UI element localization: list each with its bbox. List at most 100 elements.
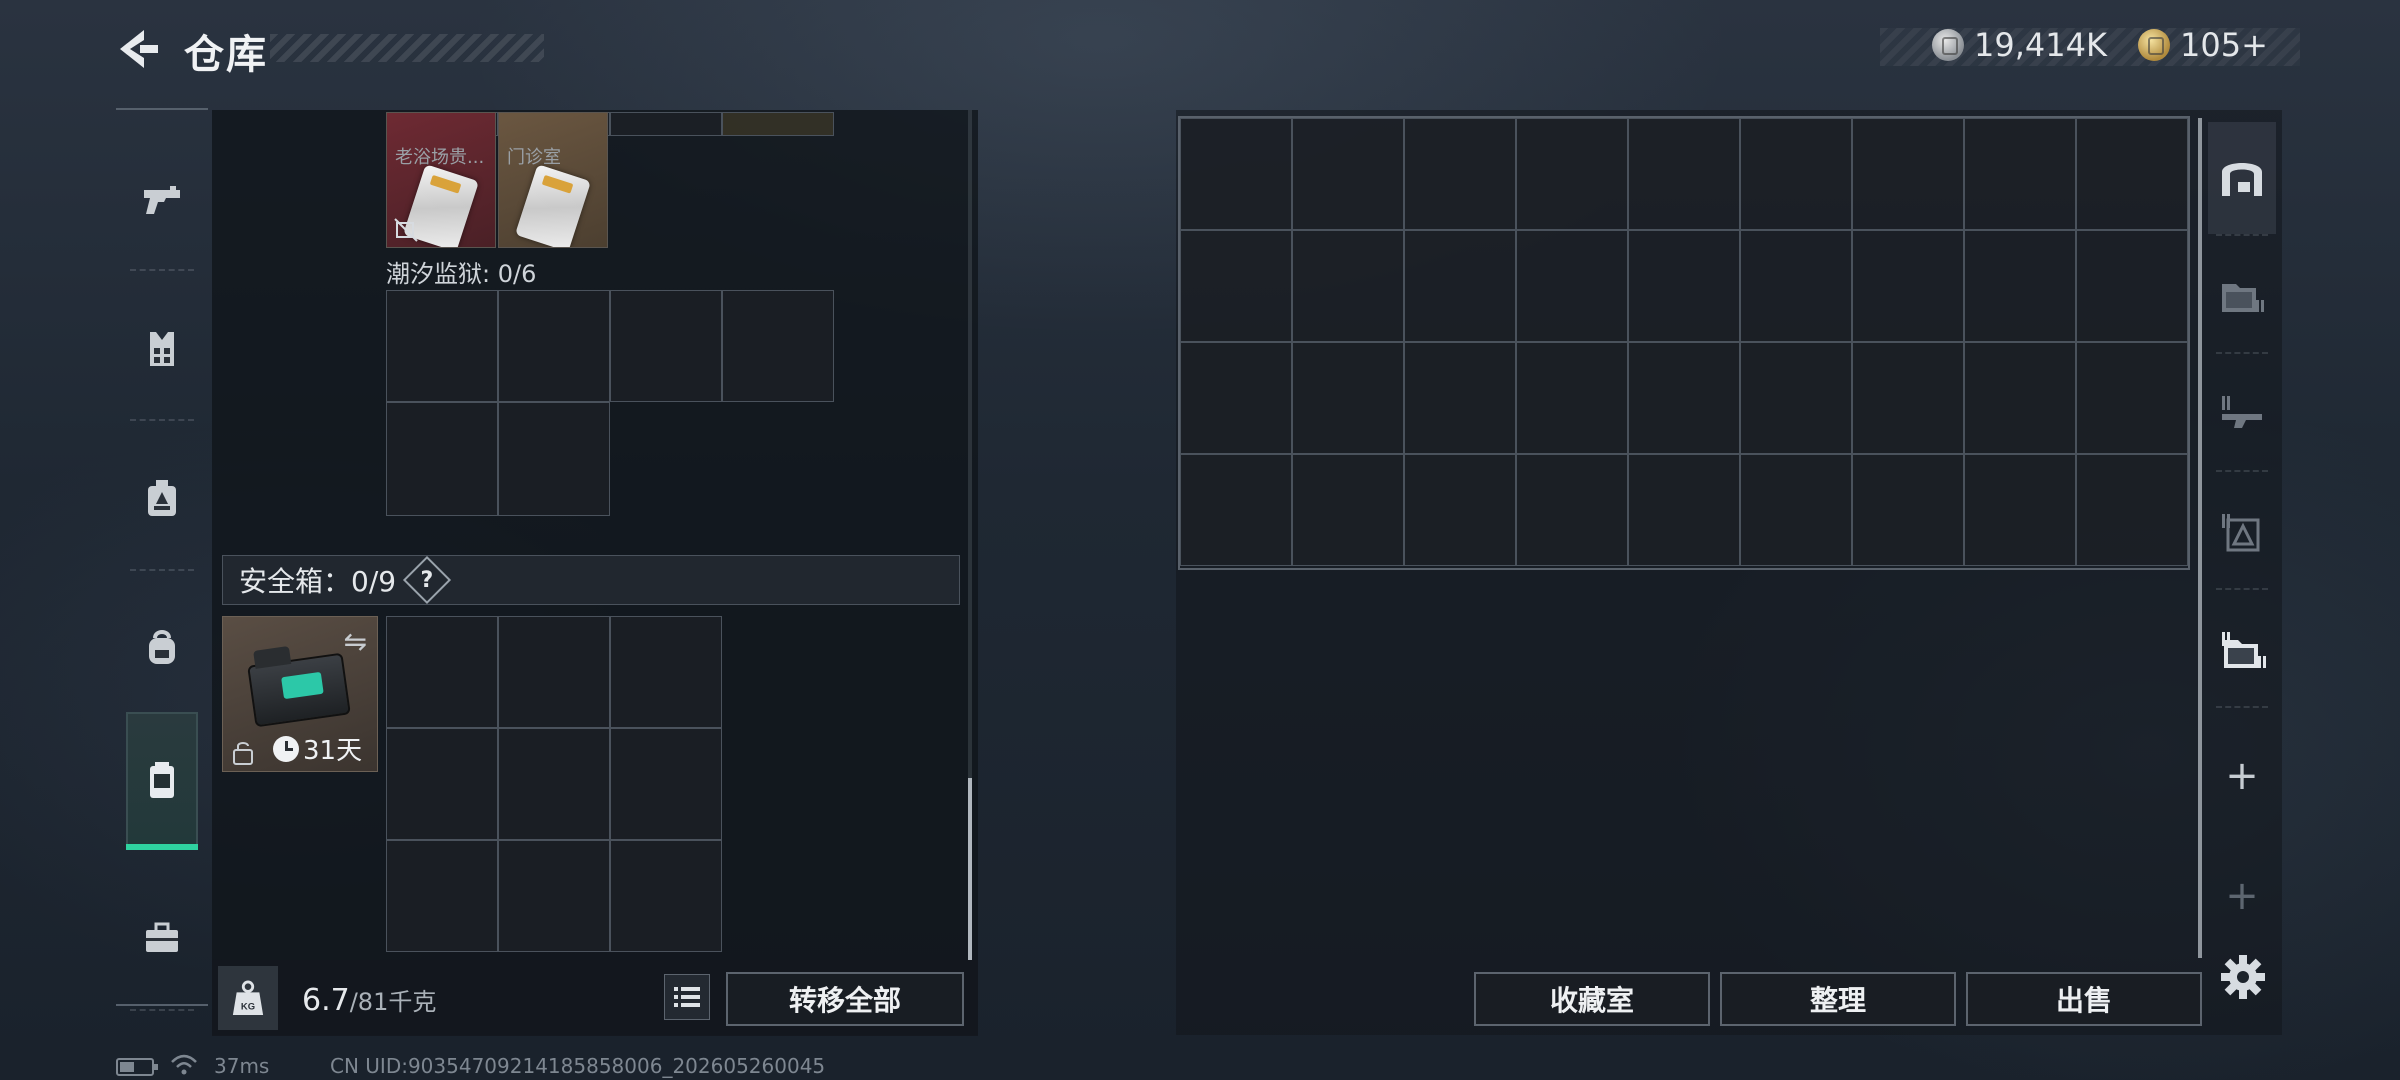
stash-grid-cell[interactable] bbox=[1516, 342, 1628, 454]
toolbox-icon bbox=[146, 922, 178, 952]
stash-grid-cell[interactable] bbox=[1964, 454, 2076, 566]
grid-cell[interactable] bbox=[498, 402, 610, 516]
settings-gear-icon[interactable] bbox=[2218, 952, 2268, 1002]
tab-weapons[interactable] bbox=[116, 128, 208, 271]
stash-tab-main[interactable] bbox=[2208, 122, 2276, 236]
grid-cell[interactable] bbox=[722, 112, 834, 136]
swap-icon[interactable]: ⇋ bbox=[344, 625, 367, 658]
ping-text: 37ms bbox=[214, 1054, 270, 1078]
grid-cell[interactable] bbox=[498, 728, 610, 840]
tab-backpack[interactable] bbox=[116, 578, 208, 721]
add-stash-button-disabled[interactable]: + bbox=[2208, 866, 2276, 926]
stash-grid-cell[interactable] bbox=[1740, 454, 1852, 566]
grid-cell[interactable] bbox=[610, 728, 722, 840]
stash-grid-cell[interactable] bbox=[1740, 118, 1852, 230]
grid-cell[interactable] bbox=[610, 840, 722, 952]
safe-box-item[interactable]: ⇋ 31天 bbox=[222, 616, 378, 772]
stash-grid-cell[interactable] bbox=[1628, 118, 1740, 230]
grid-cell[interactable] bbox=[610, 616, 722, 728]
grid-cell[interactable] bbox=[386, 616, 498, 728]
stash-grid-cell[interactable] bbox=[2076, 118, 2188, 230]
collection-room-button[interactable]: 收藏室 bbox=[1474, 972, 1710, 1026]
silver-currency[interactable]: 19,414K bbox=[1932, 26, 2107, 64]
weight-indicator: KG bbox=[218, 966, 278, 1030]
left-tab-column bbox=[116, 108, 208, 1011]
back-arrow-icon[interactable] bbox=[112, 26, 162, 72]
stash-grid-cell[interactable] bbox=[1964, 230, 2076, 342]
stash-grid-cell[interactable] bbox=[1852, 342, 1964, 454]
stash-grid-cell[interactable] bbox=[1292, 342, 1404, 454]
grid-cell[interactable] bbox=[610, 112, 722, 136]
grid-cell[interactable] bbox=[722, 290, 834, 402]
gold-currency[interactable]: 105+ bbox=[2138, 26, 2268, 64]
stash-grid-cell[interactable] bbox=[1404, 454, 1516, 566]
item-card-bathhouse[interactable]: 老浴场贵... bbox=[386, 112, 496, 248]
grid-cell[interactable] bbox=[386, 290, 498, 402]
backpack-icon bbox=[149, 630, 175, 664]
stash-grid-cell[interactable] bbox=[1516, 454, 1628, 566]
grid-cell[interactable] bbox=[498, 616, 610, 728]
silver-coin-icon bbox=[1932, 29, 1964, 61]
stash-grid-cell[interactable] bbox=[1180, 230, 1292, 342]
help-button[interactable]: ? bbox=[403, 555, 452, 605]
stash-tab-2[interactable] bbox=[2208, 240, 2276, 354]
stash-tab-5[interactable] bbox=[2208, 594, 2276, 708]
weapon-stash-icon bbox=[2222, 396, 2262, 428]
stash-grid-cell[interactable] bbox=[1628, 230, 1740, 342]
organize-button[interactable]: 整理 bbox=[1720, 972, 1956, 1026]
timer: 31天 bbox=[273, 730, 362, 767]
stash-grid-cell[interactable] bbox=[1292, 454, 1404, 566]
grid-cell[interactable] bbox=[386, 402, 498, 516]
svg-text:KG: KG bbox=[241, 1001, 255, 1012]
list-view-button[interactable] bbox=[664, 974, 710, 1020]
stash-grid-cell[interactable] bbox=[1292, 118, 1404, 230]
grid-cell[interactable] bbox=[386, 840, 498, 952]
stash-grid-cell[interactable] bbox=[1852, 118, 1964, 230]
list-icon bbox=[674, 987, 700, 1007]
transfer-all-button[interactable]: 转移全部 bbox=[726, 972, 964, 1026]
stash-grid-cell[interactable] bbox=[2076, 342, 2188, 454]
battery-icon bbox=[116, 1058, 158, 1076]
item-folder-icon bbox=[2222, 632, 2266, 668]
stash-grid-cell[interactable] bbox=[1404, 230, 1516, 342]
stash-grid-cell[interactable] bbox=[1964, 118, 2076, 230]
stash-grid-cell[interactable] bbox=[2076, 230, 2188, 342]
weight-value: 6.7/81千克 bbox=[302, 982, 436, 1018]
tab-chest-rig[interactable] bbox=[116, 428, 208, 571]
stash-grid-cell[interactable] bbox=[1628, 342, 1740, 454]
tab-column-top-border bbox=[116, 108, 208, 110]
stash-grid-cell[interactable] bbox=[1180, 118, 1292, 230]
tab-armor[interactable] bbox=[116, 278, 208, 421]
stash-grid-cell[interactable] bbox=[2076, 454, 2188, 566]
stash-grid-cell[interactable] bbox=[1180, 342, 1292, 454]
tab-container[interactable] bbox=[126, 712, 198, 850]
active-tab-indicator bbox=[126, 844, 198, 850]
stash-grid-cell[interactable] bbox=[1740, 230, 1852, 342]
stash-grid-cell[interactable] bbox=[1292, 230, 1404, 342]
stash-grid-cell[interactable] bbox=[1852, 454, 1964, 566]
stash-tab-4[interactable] bbox=[2208, 476, 2276, 590]
stash-grid-cell[interactable] bbox=[1180, 454, 1292, 566]
stash-tab-3[interactable] bbox=[2208, 358, 2276, 472]
stash-grid-cell[interactable] bbox=[1404, 118, 1516, 230]
sell-button[interactable]: 出售 bbox=[1966, 972, 2202, 1026]
grid-cell[interactable] bbox=[610, 290, 722, 402]
stash-grid-cell[interactable] bbox=[1740, 342, 1852, 454]
uid-text: CN UID:90354709214185858006_202605260045 bbox=[330, 1054, 826, 1078]
stash-scrollbar[interactable] bbox=[2198, 118, 2202, 958]
stash-grid-cell[interactable] bbox=[1852, 230, 1964, 342]
add-stash-button[interactable]: + bbox=[2208, 746, 2276, 806]
grid-cell[interactable] bbox=[498, 290, 610, 402]
grid-cell[interactable] bbox=[386, 728, 498, 840]
stash-grid-cell[interactable] bbox=[1516, 118, 1628, 230]
stash-grid-cell[interactable] bbox=[1404, 342, 1516, 454]
weapon-icon bbox=[144, 186, 180, 214]
tab-toolbox[interactable] bbox=[116, 868, 208, 1011]
stash-folder-icon bbox=[2222, 284, 2264, 312]
stash-grid-cell[interactable] bbox=[1516, 230, 1628, 342]
container-scroll-thumb[interactable] bbox=[968, 778, 972, 960]
stash-grid-cell[interactable] bbox=[1628, 454, 1740, 566]
grid-cell[interactable] bbox=[498, 840, 610, 952]
stash-grid-cell[interactable] bbox=[1964, 342, 2076, 454]
item-card-clinic[interactable]: 门诊室 bbox=[498, 112, 608, 248]
